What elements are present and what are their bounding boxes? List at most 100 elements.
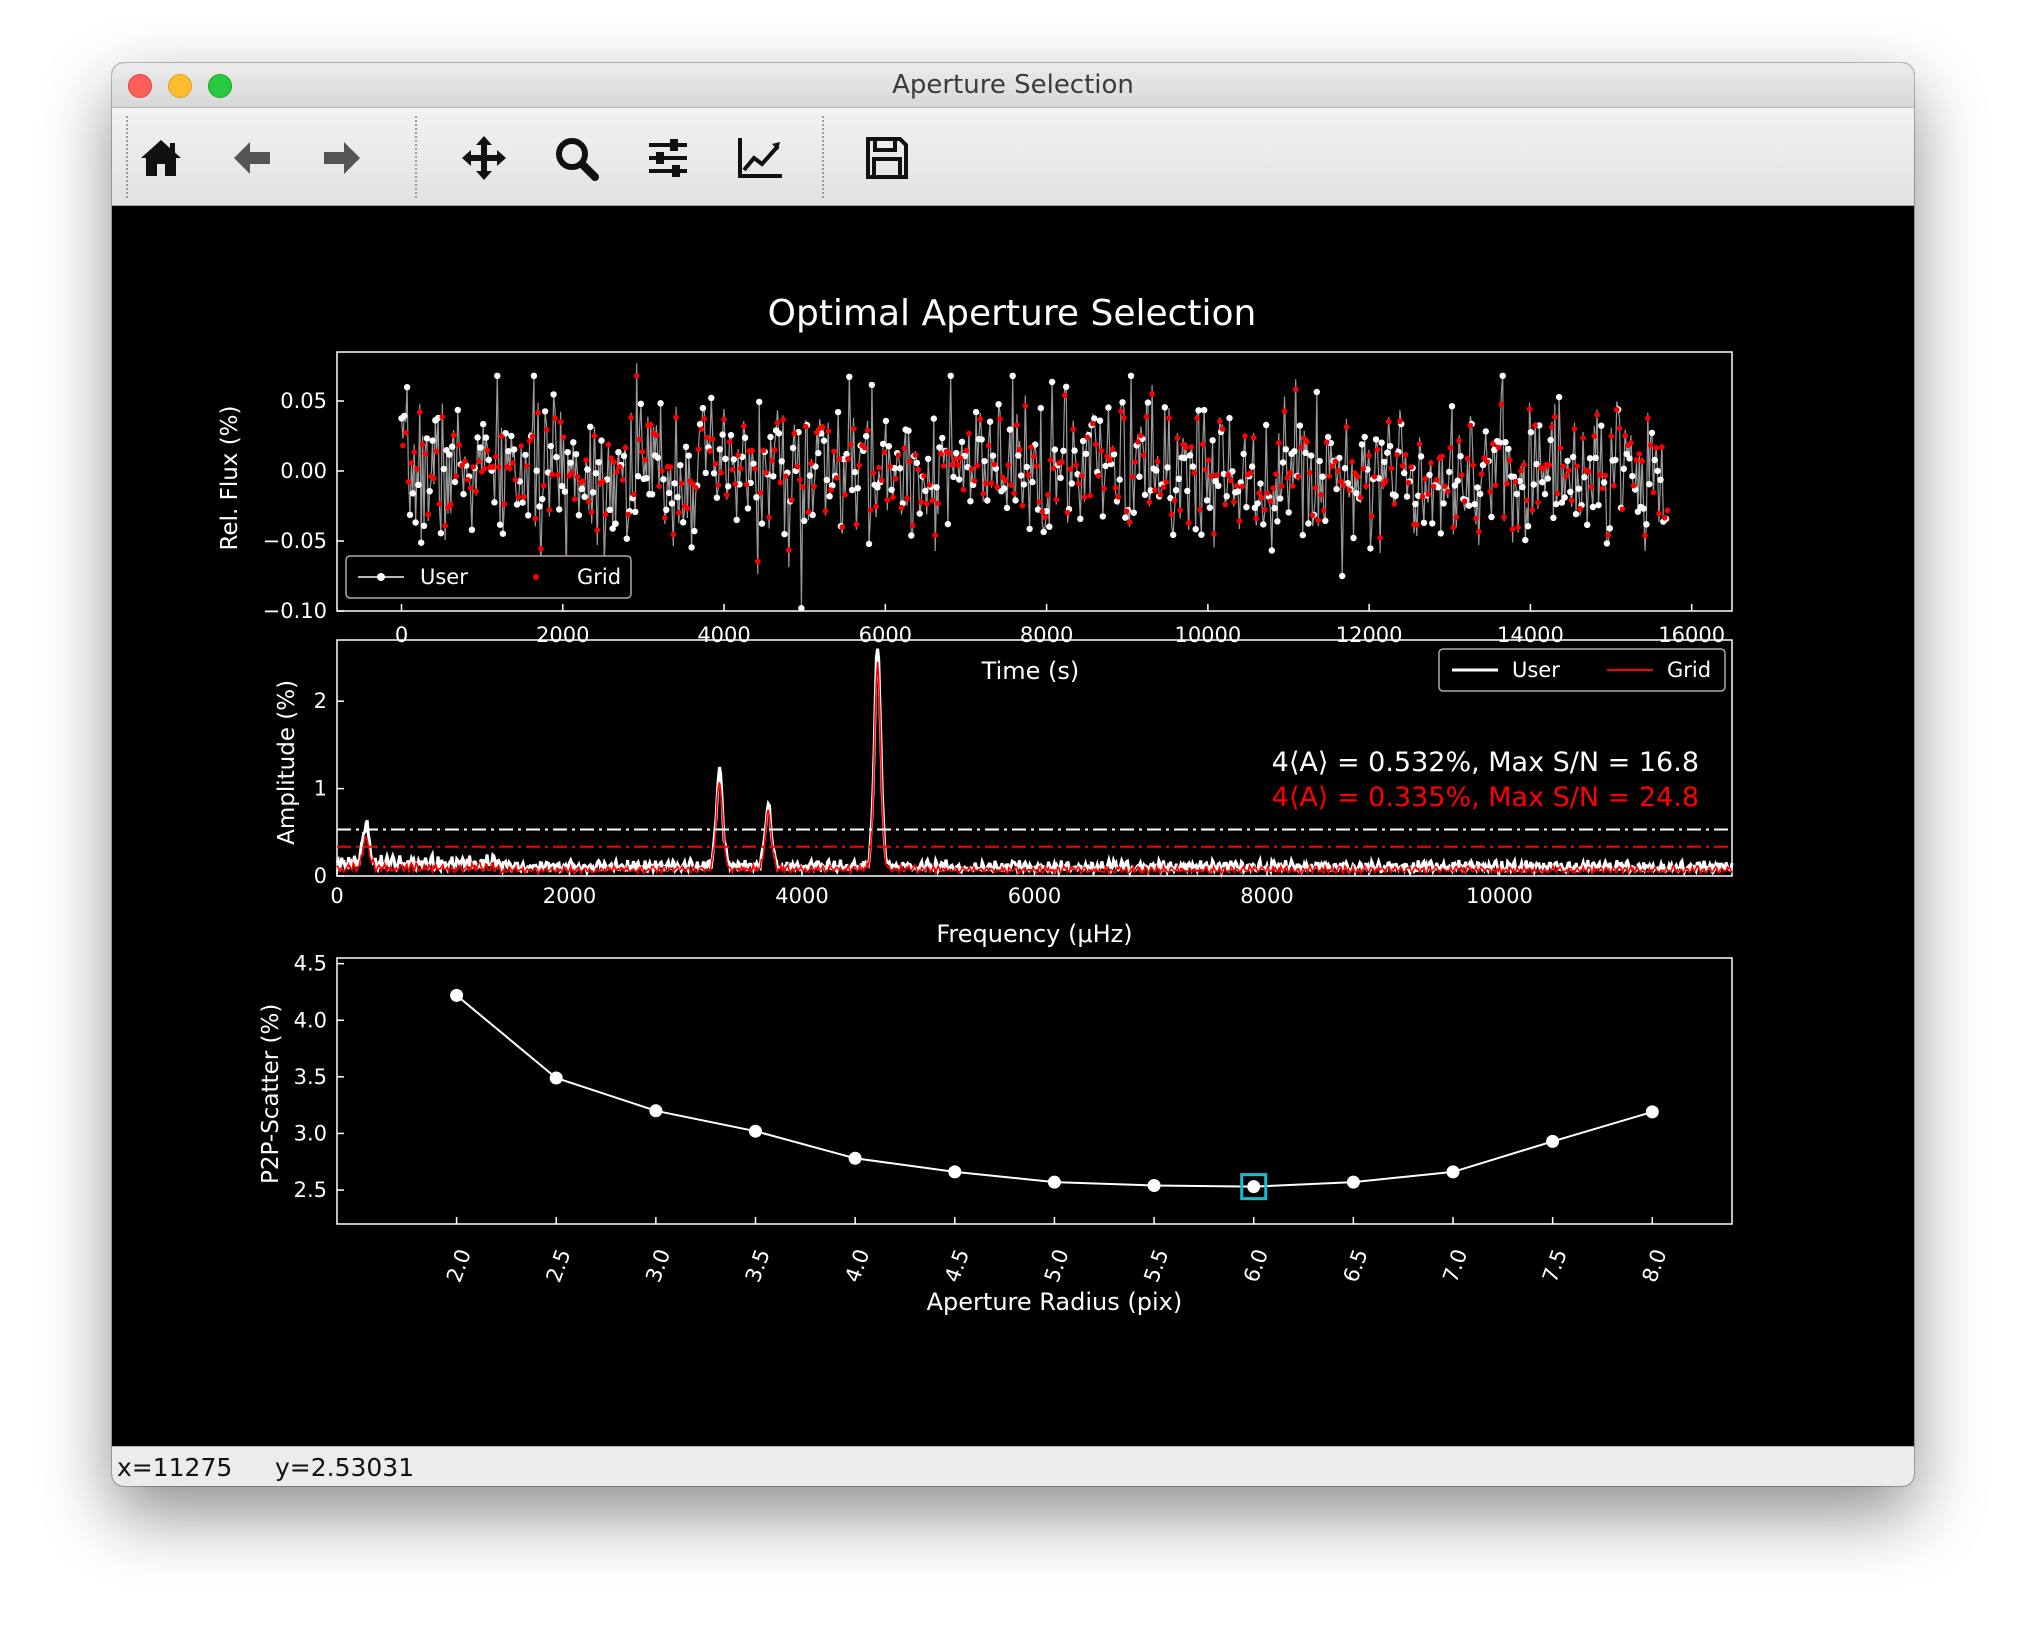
grid-lightcurve-point xyxy=(698,426,705,433)
user-lightcurve-point xyxy=(913,459,921,467)
user-lightcurve-point xyxy=(1646,481,1653,488)
grid-lightcurve-point xyxy=(1563,473,1569,480)
grid-lightcurve-point xyxy=(740,423,747,430)
zoom-button[interactable] xyxy=(546,128,606,188)
user-lightcurve-point xyxy=(1308,452,1315,459)
grid-lightcurve-point xyxy=(1188,444,1195,450)
forward-button[interactable] xyxy=(312,128,372,188)
user-lightcurve-point xyxy=(753,494,760,501)
grid-lightcurve-point xyxy=(907,458,913,465)
grid-lightcurve-point xyxy=(1031,453,1037,460)
grid-lightcurve-point xyxy=(1402,452,1409,458)
grid-lightcurve-point xyxy=(1231,498,1237,505)
user-lightcurve-point xyxy=(426,488,433,495)
user-lightcurve-point xyxy=(1268,547,1276,554)
home-button[interactable] xyxy=(131,128,191,188)
user-lightcurve-point xyxy=(1333,485,1340,493)
user-lightcurve-point xyxy=(660,476,667,483)
scatter-x-tick-label: 6.5 xyxy=(1339,1246,1373,1286)
grid-lightcurve-point xyxy=(704,434,710,441)
grid-lightcurve-point xyxy=(1388,465,1395,472)
spectrum-x-tick-label: 4000 xyxy=(775,884,828,908)
user-lightcurve-point xyxy=(1539,479,1546,486)
user-threshold-annotation: 4⟨A⟩ = 0.532%, Max S/N = 16.8 xyxy=(1272,747,1699,778)
title-bar: Aperture Selection xyxy=(112,63,1914,108)
user-lightcurve-point xyxy=(1206,504,1214,511)
grid-lightcurve-point xyxy=(893,475,899,482)
grid-lightcurve-point xyxy=(1087,492,1093,499)
scatter-x-tick-label: 2.5 xyxy=(542,1246,576,1286)
user-lightcurve-point xyxy=(888,486,895,493)
user-lightcurve-point xyxy=(744,505,752,512)
grid-lightcurve-point xyxy=(1419,493,1426,500)
user-lightcurve-point xyxy=(406,511,414,518)
user-lightcurve-point xyxy=(1186,452,1194,459)
grid-lightcurve-point xyxy=(1645,415,1651,422)
subplots-button[interactable] xyxy=(638,128,698,188)
figure-canvas[interactable]: Optimal Aperture Selection 0 2000 4000 6000 8… xyxy=(112,206,1914,1446)
grid-lightcurve-point xyxy=(1014,422,1020,428)
grid-lightcurve-point xyxy=(1321,507,1327,514)
grid-lightcurve-point xyxy=(847,441,854,448)
user-lightcurve-point xyxy=(587,423,594,430)
pan-button[interactable] xyxy=(454,128,514,188)
user-lightcurve-point xyxy=(1316,457,1323,465)
user-lightcurve-point xyxy=(606,506,614,513)
user-lightcurve-point xyxy=(682,443,690,450)
spectrum-legend-user-label: User xyxy=(1512,658,1560,682)
grid-lightcurve-point xyxy=(1467,422,1474,429)
grid-lightcurve-point xyxy=(1140,452,1147,458)
edit-axes-button[interactable] xyxy=(730,128,790,188)
user-lightcurve-point xyxy=(1437,530,1445,537)
user-lightcurve-point xyxy=(1381,458,1388,466)
grid-lightcurve-point xyxy=(1653,445,1659,451)
user-lightcurve-point xyxy=(1505,445,1512,453)
user-lightcurve-point xyxy=(685,452,692,459)
grid-lightcurve-point xyxy=(1498,401,1505,408)
grid-lightcurve-point xyxy=(1005,462,1012,468)
user-lightcurve-point xyxy=(572,451,580,458)
grid-lightcurve-point xyxy=(707,448,713,454)
user-lightcurve-point xyxy=(581,493,588,500)
save-button[interactable] xyxy=(857,128,917,188)
grid-lightcurve-point xyxy=(1456,438,1462,444)
grid-lightcurve-point xyxy=(1476,528,1482,535)
grid-lightcurve-point xyxy=(1129,474,1136,480)
grid-lightcurve-point xyxy=(709,436,716,442)
user-lightcurve-point xyxy=(1260,521,1267,528)
grid-lightcurve-point xyxy=(1335,468,1341,474)
user-lightcurve-point xyxy=(1589,503,1597,511)
grid-lightcurve-point xyxy=(1042,514,1048,521)
grid-lightcurve-point xyxy=(1098,447,1105,454)
grid-lightcurve-point xyxy=(701,416,708,422)
user-lightcurve-point xyxy=(1595,501,1602,509)
grid-lightcurve-point xyxy=(1261,506,1268,513)
grid-lightcurve-point xyxy=(549,471,555,478)
grid-lightcurve-point xyxy=(1459,472,1465,478)
grid-lightcurve-point xyxy=(586,498,592,505)
scatter-x-axis-label: Aperture Radius (pix) xyxy=(927,1288,1183,1316)
user-lightcurve-point xyxy=(1209,437,1216,444)
user-lightcurve-point xyxy=(1141,491,1149,498)
grid-lightcurve-point xyxy=(495,464,502,470)
user-lightcurve-point xyxy=(1640,505,1647,512)
grid-lightcurve-point xyxy=(811,483,817,490)
grid-lightcurve-point xyxy=(1366,452,1372,459)
grid-lightcurve-point xyxy=(1371,473,1378,480)
user-lightcurve-point xyxy=(1555,393,1563,401)
back-button[interactable] xyxy=(222,128,282,188)
grid-lightcurve-point xyxy=(808,460,815,467)
user-lightcurve-point xyxy=(984,497,991,504)
grid-lightcurve-point xyxy=(1650,489,1657,496)
grid-lightcurve-point xyxy=(839,524,846,530)
edit-axes-icon xyxy=(738,138,782,178)
grid-lightcurve-point xyxy=(540,482,547,489)
grid-lightcurve-point xyxy=(1197,506,1203,513)
user-lightcurve-point xyxy=(863,433,870,440)
grid-lightcurve-point xyxy=(1554,490,1561,497)
user-lightcurve-point xyxy=(702,469,709,477)
grid-lightcurve-point xyxy=(1445,488,1451,495)
user-lightcurve-point xyxy=(1274,518,1281,525)
grid-lightcurve-point xyxy=(752,466,758,472)
user-lightcurve-point xyxy=(713,494,721,501)
